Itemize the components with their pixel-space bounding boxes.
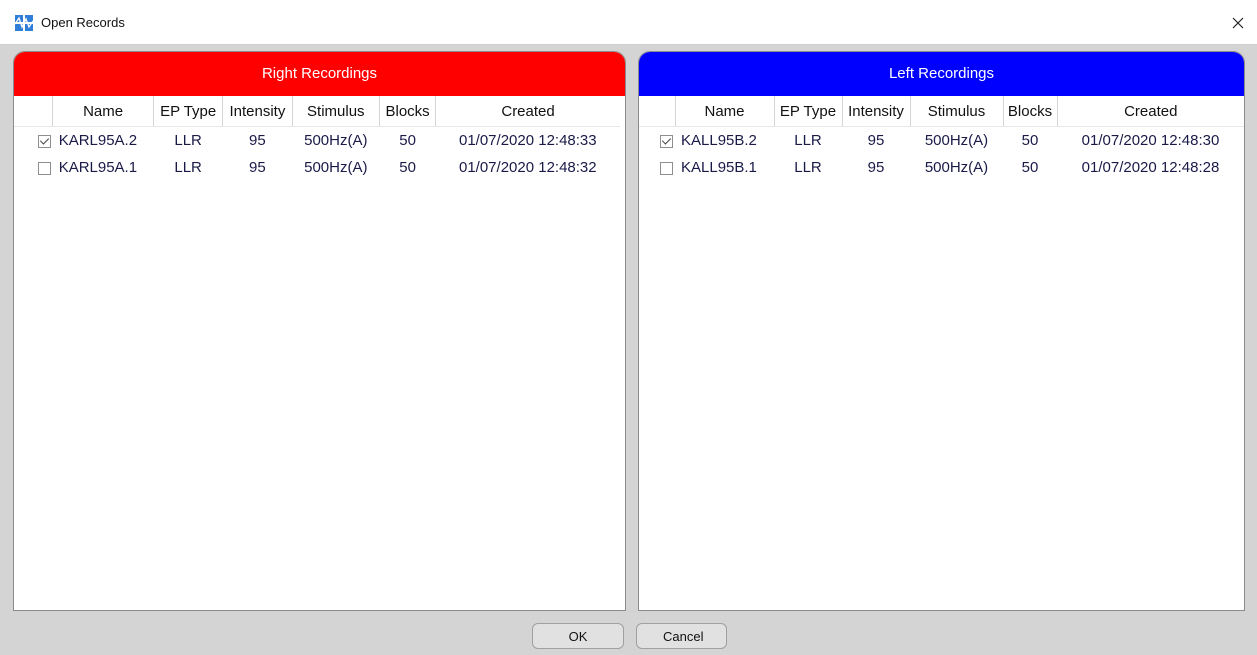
column-header-checkbox xyxy=(14,96,54,127)
right-recordings-header: Right Recordings xyxy=(14,52,625,96)
cell-blocks: 50 xyxy=(399,132,416,149)
left-recordings-table: Name EP Type Intensity Stimulus Blocks C… xyxy=(639,96,1244,181)
ok-button[interactable]: OK xyxy=(532,623,624,649)
close-button[interactable] xyxy=(1219,8,1257,38)
left-recordings-header: Left Recordings xyxy=(639,52,1244,96)
cell-stimulus: 500Hz(A) xyxy=(304,132,368,149)
table-row[interactable]: KALL95B.1 LLR 95 500Hz(A) 50 01/07/2020 … xyxy=(639,154,1244,181)
record-checkbox[interactable] xyxy=(660,161,673,175)
table-row[interactable]: KARL95A.1 LLR 95 500Hz(A) 50 01/07/2020 … xyxy=(14,154,620,181)
app-icon xyxy=(15,15,33,31)
title-bar: Open Records xyxy=(0,0,1257,45)
column-header-created[interactable]: Created xyxy=(435,96,620,127)
column-header-blocks[interactable]: Blocks xyxy=(1003,96,1058,127)
column-header-stimulus[interactable]: Stimulus xyxy=(292,96,381,127)
cell-intensity: 95 xyxy=(249,132,266,149)
cell-stimulus: 500Hz(A) xyxy=(924,132,989,149)
record-checkbox[interactable] xyxy=(660,134,673,148)
cell-stimulus: 500Hz(A) xyxy=(304,159,368,176)
cell-created: 01/07/2020 12:48:32 xyxy=(458,159,597,176)
column-header-intensity[interactable]: Intensity xyxy=(222,96,293,127)
cell-ep-type: LLR xyxy=(174,132,202,149)
cell-name: KARL95A.1 xyxy=(58,159,138,176)
column-header-ep-type[interactable]: EP Type xyxy=(774,96,843,127)
cell-ep-type: LLR xyxy=(794,132,822,149)
cell-ep-type: LLR xyxy=(794,159,822,176)
column-header-blocks[interactable]: Blocks xyxy=(379,96,437,127)
cell-intensity: 95 xyxy=(249,159,266,176)
cell-intensity: 95 xyxy=(867,159,885,176)
column-header-name[interactable]: Name xyxy=(675,96,775,127)
column-header-checkbox xyxy=(639,96,676,127)
cancel-button[interactable]: Cancel xyxy=(636,623,727,649)
record-checkbox[interactable] xyxy=(37,161,51,175)
right-recordings-panel: Right Recordings Name EP Type Intensity … xyxy=(13,51,626,611)
cell-name: KALL95B.1 xyxy=(681,159,757,176)
cell-stimulus: 500Hz(A) xyxy=(924,159,989,176)
table-row[interactable]: KALL95B.2 LLR 95 500Hz(A) 50 01/07/2020 … xyxy=(639,127,1244,155)
cell-created: 01/07/2020 12:48:30 xyxy=(1081,132,1220,149)
row-checkbox-cell xyxy=(639,154,675,181)
row-checkbox-cell xyxy=(14,127,53,155)
cell-name: KARL95A.2 xyxy=(58,132,138,149)
cell-created: 01/07/2020 12:48:28 xyxy=(1081,159,1220,176)
cell-blocks: 50 xyxy=(399,159,416,176)
cell-ep-type: LLR xyxy=(174,159,202,176)
cell-created: 01/07/2020 12:48:33 xyxy=(458,132,597,149)
window-title: Open Records xyxy=(41,15,125,30)
cell-blocks: 50 xyxy=(1021,132,1039,149)
row-checkbox-cell xyxy=(14,154,53,181)
column-header-created[interactable]: Created xyxy=(1057,96,1244,127)
cell-name: KALL95B.2 xyxy=(681,132,757,149)
column-header-name[interactable]: Name xyxy=(52,96,155,127)
table-header-row: Name EP Type Intensity Stimulus Blocks C… xyxy=(14,96,620,127)
column-header-stimulus[interactable]: Stimulus xyxy=(910,96,1004,127)
record-checkbox[interactable] xyxy=(37,134,51,148)
left-recordings-panel: Left Recordings Name EP Type Intensity S… xyxy=(638,51,1245,611)
right-recordings-table: Name EP Type Intensity Stimulus Blocks C… xyxy=(14,96,620,181)
cell-blocks: 50 xyxy=(1021,159,1039,176)
column-header-ep-type[interactable]: EP Type xyxy=(153,96,224,127)
close-icon xyxy=(1232,17,1244,29)
column-header-intensity[interactable]: Intensity xyxy=(842,96,911,127)
cell-intensity: 95 xyxy=(867,132,885,149)
table-row[interactable]: KARL95A.2 LLR 95 500Hz(A) 50 01/07/2020 … xyxy=(14,127,620,155)
row-checkbox-cell xyxy=(639,127,675,155)
table-header-row: Name EP Type Intensity Stimulus Blocks C… xyxy=(639,96,1244,127)
